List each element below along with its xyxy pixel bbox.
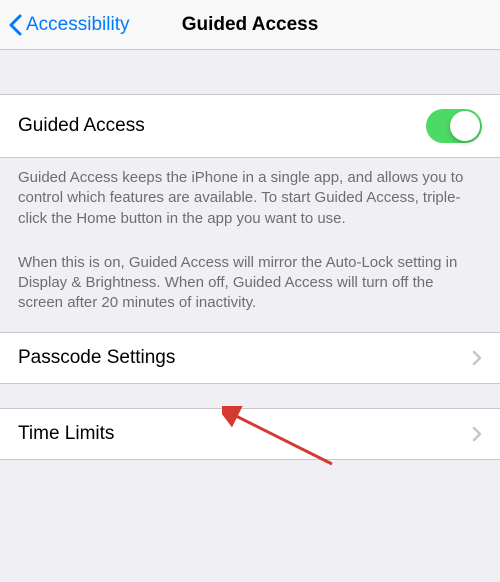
back-button[interactable]: Accessibility <box>8 14 129 36</box>
chevron-right-icon <box>472 426 482 442</box>
navigation-bar: Accessibility Guided Access <box>0 0 500 50</box>
section-spacer <box>0 50 500 94</box>
passcode-settings-row[interactable]: Passcode Settings <box>0 332 500 384</box>
toggle-knob <box>450 111 480 141</box>
page-title: Guided Access <box>182 14 319 36</box>
passcode-settings-label: Passcode Settings <box>18 347 175 369</box>
guided-access-toggle-row: Guided Access <box>0 94 500 158</box>
section-spacer <box>0 384 500 408</box>
footer-text-1: Guided Access keeps the iPhone in a sing… <box>0 158 500 229</box>
chevron-right-icon <box>472 350 482 366</box>
footer-text-2: When this is on, Guided Access will mirr… <box>0 229 500 332</box>
time-limits-label: Time Limits <box>18 423 114 445</box>
back-label: Accessibility <box>26 14 129 36</box>
toggle-label: Guided Access <box>18 115 145 137</box>
chevron-left-icon <box>8 14 22 36</box>
guided-access-toggle[interactable] <box>426 109 482 143</box>
time-limits-row[interactable]: Time Limits <box>0 408 500 460</box>
